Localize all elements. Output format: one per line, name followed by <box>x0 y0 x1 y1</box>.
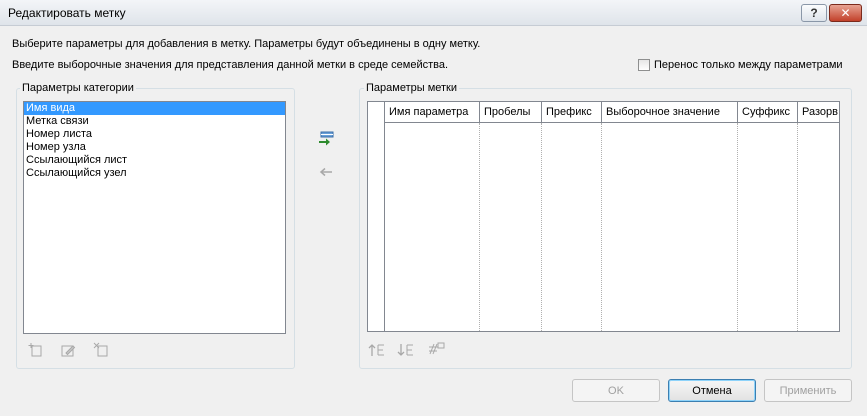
description-line-2: Введите выборочные значения для представ… <box>12 59 449 71</box>
apply-button[interactable]: Применить <box>764 379 852 402</box>
column-header-suffix[interactable]: Суффикс <box>738 102 798 123</box>
column-header-spaces[interactable]: Пробелы <box>480 102 542 123</box>
move-down-icon[interactable] <box>397 342 415 361</box>
description-line-1: Выберите параметры для добавления в метк… <box>12 38 481 50</box>
list-item[interactable]: Имя вида <box>24 102 285 115</box>
grid-column <box>602 123 738 331</box>
category-params-list[interactable]: Имя вида Метка связи Номер листа Номер у… <box>23 101 286 334</box>
remove-from-label-icon[interactable] <box>316 164 336 180</box>
add-to-label-icon[interactable] <box>316 130 336 148</box>
list-item[interactable]: Ссылающийся узел <box>24 167 285 180</box>
column-header-prefix[interactable]: Префикс <box>542 102 602 123</box>
grid-column <box>542 123 602 331</box>
column-header-sample-value[interactable]: Выборочное значение <box>602 102 738 123</box>
row-header-column <box>368 102 385 331</box>
ok-button[interactable]: OK <box>572 379 660 402</box>
column-header-break[interactable]: Разорв <box>798 102 839 123</box>
list-item[interactable]: Метка связи <box>24 115 285 128</box>
list-item[interactable]: Номер листа <box>24 128 285 141</box>
help-button[interactable]: ? <box>801 4 827 22</box>
add-parameter-icon[interactable] <box>28 342 44 361</box>
category-params-label: Параметры категории <box>20 82 136 94</box>
list-item[interactable]: Номер узла <box>24 141 285 154</box>
close-button[interactable]: ✕ <box>829 4 862 22</box>
wrap-between-params-checkbox-row[interactable]: Перенос только между параметрами <box>638 59 843 71</box>
wrap-between-params-label: Перенос только между параметрами <box>654 59 843 71</box>
remove-parameter-icon[interactable] <box>93 342 109 361</box>
move-up-icon[interactable] <box>368 342 386 361</box>
edit-parameter-icon[interactable] <box>60 342 76 361</box>
title-bar: Редактировать метку ? ✕ <box>0 0 867 26</box>
grid-column <box>738 123 798 331</box>
list-item[interactable]: Ссылающийся лист <box>24 154 285 167</box>
label-params-label: Параметры метки <box>364 82 460 94</box>
label-params-table[interactable]: Имя параметра Пробелы Префикс Выборочное… <box>367 101 840 332</box>
grid-column <box>480 123 542 331</box>
grid-column <box>385 123 480 331</box>
wrap-between-params-checkbox[interactable] <box>638 59 650 71</box>
format-icon[interactable] <box>428 341 446 360</box>
column-header-param-name[interactable]: Имя параметра <box>385 102 480 123</box>
cancel-button[interactable]: Отмена <box>668 379 756 402</box>
window-title: Редактировать метку <box>8 6 126 20</box>
